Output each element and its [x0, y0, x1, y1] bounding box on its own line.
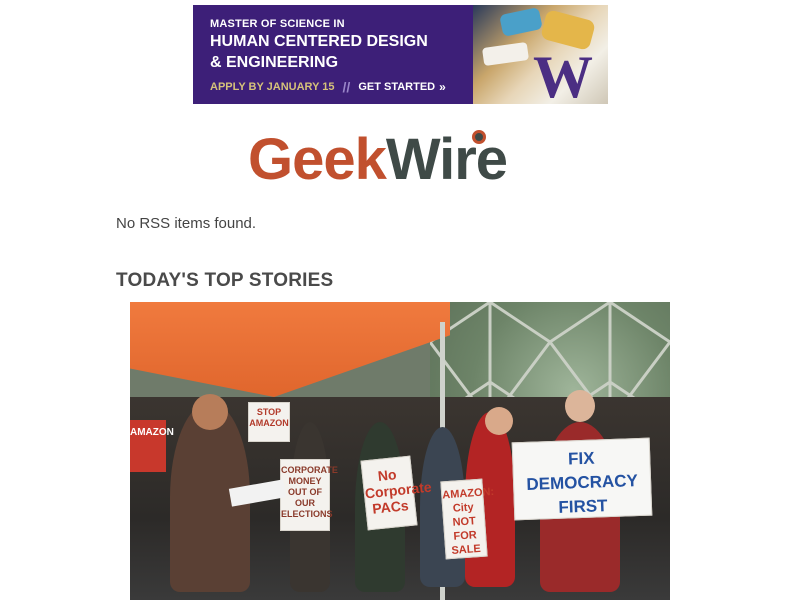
- uw-logo: W: [533, 44, 593, 104]
- protest-sign-no-corporate-pacs: No Corporate PACs: [360, 455, 432, 531]
- orange-tent: [130, 302, 450, 397]
- protest-sign-corporate-money: CORPORATE MONEY OUT OF OUR ELECTIONS: [280, 459, 338, 531]
- protest-sign-left: AMAZON: [130, 420, 174, 472]
- protester-head: [485, 407, 513, 435]
- ad-cta-row: APPLY BY JANUARY 15 // GET STARTED »: [210, 79, 446, 95]
- ad-title-line-1: HUMAN CENTERED DESIGN: [210, 33, 428, 50]
- ad-banner[interactable]: MASTER OF SCIENCE IN HUMAN CENTERED DESI…: [193, 5, 608, 104]
- protest-sign-stop-amazon: STOP AMAZON: [248, 402, 290, 442]
- logo-geek-text: Geek: [248, 127, 387, 192]
- protester-head: [565, 390, 595, 422]
- ad-get-started-link[interactable]: GET STARTED: [358, 81, 435, 93]
- logo-signal-dot-icon: [472, 130, 486, 144]
- rss-empty-message: No RSS items found.: [116, 215, 257, 232]
- ad-title-line-2: & ENGINEERING: [210, 54, 339, 71]
- double-chevron-right-icon: »: [439, 80, 446, 94]
- ad-divider: //: [342, 79, 351, 95]
- ad-kicker: MASTER OF SCIENCE IN: [210, 18, 345, 30]
- ad-apply-deadline: APPLY BY JANUARY 15: [210, 81, 335, 93]
- top-story-image[interactable]: AMAZON STOP AMAZON CORPORATE MONEY OUT OF O…: [130, 302, 670, 600]
- section-heading-top-stories: TODAY'S TOP STORIES: [116, 270, 334, 291]
- ad-text-block: MASTER OF SCIENCE IN HUMAN CENTERED DESI…: [210, 18, 428, 72]
- logo-wire-text: Wire: [385, 127, 508, 192]
- protest-sign-fix-democracy-first: FIX DEMOCRACY FIRST: [511, 437, 653, 521]
- speaker-head: [192, 394, 228, 430]
- protest-sign-amazon-not-for-sale: AMAZON: City NOT FOR SALE: [440, 478, 495, 560]
- geekwire-logo[interactable]: GeekWire: [248, 127, 508, 192]
